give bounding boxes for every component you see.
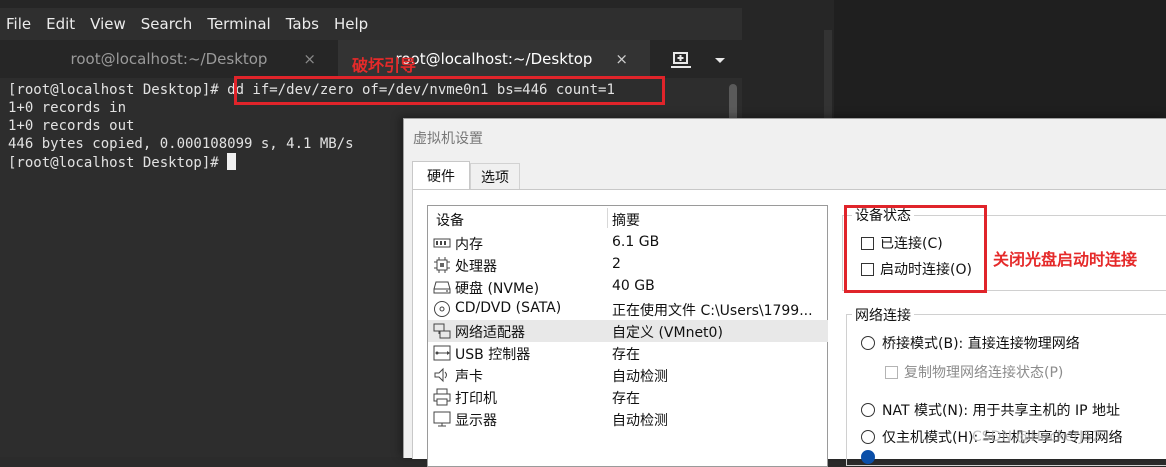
hardware-name: CD/DVD (SATA): [455, 300, 562, 316]
hardware-list[interactable]: 设备 摘要 内存 6.1 GB 处理器 2 硬盘 (NVMe) 40 GB CD…: [427, 205, 828, 467]
terminal-prompt: [root@localhost Desktop]#: [8, 155, 228, 171]
hardware-name: 内存: [455, 237, 483, 253]
checkbox-box[interactable]: [885, 365, 898, 379]
hardware-summary: 2: [612, 256, 621, 272]
menu-view[interactable]: View: [90, 15, 126, 33]
replicate-state-checkbox[interactable]: 复制物理网络连接状态(P): [885, 362, 1063, 382]
menu-terminal[interactable]: Terminal: [207, 15, 270, 33]
terminal-tab-1[interactable]: root@localhost:~/Desktop ×: [0, 40, 338, 78]
terminal-menubar: File Edit View Search Terminal Tabs Help: [0, 8, 742, 40]
terminal-line: 1+0 records in: [8, 100, 127, 116]
sound-icon: [434, 367, 447, 383]
hardware-summary: 自动检测: [612, 413, 668, 429]
hardware-summary: 存在: [612, 347, 640, 363]
usb-icon: [433, 345, 451, 361]
nat-label: NAT 模式(N): 用于共享主机的 IP 地址: [882, 403, 1120, 419]
memory-icon: [433, 238, 451, 248]
dialog-tabbar: 硬件 选项: [404, 161, 1166, 189]
annotation-highlight-command: [234, 76, 665, 105]
network-title: 网络连接: [852, 305, 914, 325]
hardware-name: 处理器: [455, 259, 497, 275]
column-header-device[interactable]: 设备: [436, 210, 464, 230]
terminal-prompt-line: [root@localhost Desktop]#: [8, 153, 237, 172]
hardware-summary: 正在使用文件 C:\Users\1799...: [612, 303, 813, 319]
annotation-label-disable-cd-connect: 关闭光盘启动时连接: [993, 250, 1138, 269]
hardware-list-header: 设备 摘要: [428, 206, 828, 230]
custom-radio[interactable]: [861, 450, 882, 464]
menu-tabs[interactable]: Tabs: [286, 15, 319, 33]
hardware-summary: 存在: [612, 391, 640, 407]
radio-circle[interactable]: [861, 336, 875, 350]
hardware-name: 硬盘 (NVMe): [455, 281, 540, 297]
menu-search[interactable]: Search: [141, 15, 193, 33]
terminal-cursor: [227, 153, 237, 170]
bridged-label: 桥接模式(B): 直接连接物理网络: [882, 336, 1080, 352]
radio-circle[interactable]: [861, 403, 875, 417]
close-icon[interactable]: ×: [303, 50, 316, 68]
close-icon[interactable]: ×: [615, 50, 628, 68]
display-icon: [433, 411, 451, 427]
hardware-row-memory[interactable]: 内存 6.1 GB: [428, 232, 828, 254]
column-header-summary[interactable]: 摘要: [612, 210, 640, 230]
menu-file[interactable]: File: [6, 15, 31, 33]
terminal-line: 1+0 records out: [8, 118, 135, 134]
tab-hardware[interactable]: 硬件: [412, 161, 470, 189]
hardware-summary: 自动检测: [612, 369, 668, 385]
hardware-row-cpu[interactable]: 处理器 2: [428, 254, 828, 276]
hardware-summary: 6.1 GB: [612, 234, 660, 250]
nat-radio[interactable]: NAT 模式(N): 用于共享主机的 IP 地址: [861, 400, 1120, 420]
hardware-row-usb[interactable]: USB 控制器 存在: [428, 342, 828, 364]
network-icon: [433, 323, 451, 339]
hardware-name: 声卡: [455, 369, 483, 385]
hardware-summary: 自定义 (VMnet0): [612, 325, 723, 341]
tab-options[interactable]: 选项: [470, 163, 520, 189]
annotation-highlight-device-status: [844, 205, 987, 293]
column-divider[interactable]: [607, 208, 608, 228]
hardware-name: 显示器: [455, 413, 497, 429]
radio-circle[interactable]: [861, 430, 875, 444]
cpu-icon: [434, 257, 450, 273]
hardware-name: 网络适配器: [455, 325, 525, 341]
hardware-row-harddisk[interactable]: 硬盘 (NVMe) 40 GB: [428, 276, 828, 298]
hardware-row-cdrom[interactable]: CD/DVD (SATA) 正在使用文件 C:\Users\1799...: [428, 298, 828, 320]
hardware-row-display[interactable]: 显示器 自动检测: [428, 408, 828, 430]
menu-help[interactable]: Help: [334, 15, 368, 33]
terminal-titlebar: [0, 0, 742, 8]
chevron-down-icon[interactable]: [710, 50, 730, 70]
printer-icon: [433, 388, 451, 406]
annotation-label-destroy-boot: 破坏引导: [352, 56, 417, 75]
hardware-row-network[interactable]: 网络适配器 自定义 (VMnet0): [428, 320, 828, 342]
hardware-summary: 40 GB: [612, 278, 655, 294]
hardware-name: USB 控制器: [455, 347, 531, 363]
terminal-line: 446 bytes copied, 0.000108099 s, 4.1 MB/…: [8, 136, 354, 152]
hardware-row-printer[interactable]: 打印机 存在: [428, 386, 828, 408]
watermark: CSDN @HackerJ52: [972, 429, 1102, 445]
hardware-name: 打印机: [455, 391, 497, 407]
terminal-tab-1-label: root@localhost:~/Desktop: [70, 50, 268, 68]
new-tab-icon[interactable]: [664, 48, 698, 72]
terminal-tab-2-label: root@localhost:~/Desktop: [395, 50, 593, 68]
radio-circle-selected[interactable]: [861, 450, 875, 464]
replicate-state-label: 复制物理网络连接状态(P): [904, 365, 1064, 381]
harddisk-icon: [433, 281, 451, 294]
hardware-row-sound[interactable]: 声卡 自动检测: [428, 364, 828, 386]
dialog-title: 虚拟机设置: [413, 131, 483, 147]
menu-edit[interactable]: Edit: [46, 15, 75, 33]
cdrom-icon: [434, 301, 450, 317]
bridged-radio[interactable]: 桥接模式(B): 直接连接物理网络: [861, 333, 1080, 353]
